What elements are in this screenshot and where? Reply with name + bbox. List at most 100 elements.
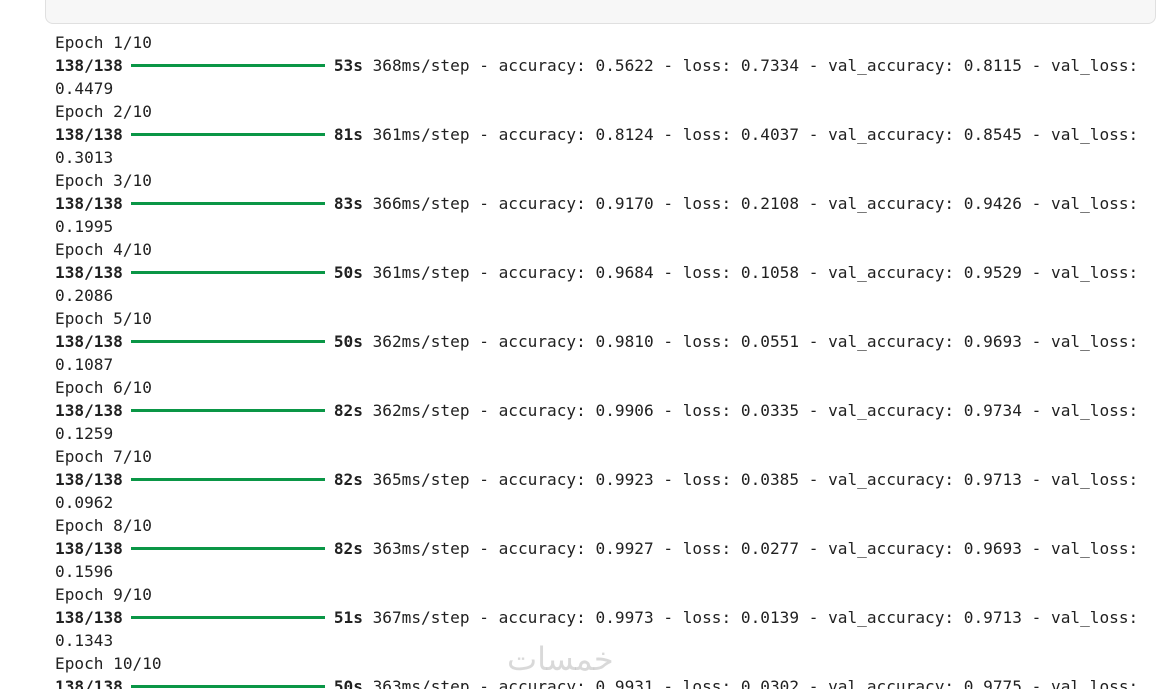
step-counter: 138/138	[55, 125, 123, 144]
cell-output: Epoch 1/10 138/138 53s 368ms/step - accura…	[55, 32, 1150, 689]
val-accuracy-label: val_accuracy:	[828, 677, 955, 689]
epoch-time: 83s	[333, 194, 363, 213]
accuracy-label: accuracy:	[498, 263, 586, 282]
val-accuracy-label: val_accuracy:	[828, 56, 955, 75]
epoch-progress-line: 138/138 82s 365ms/step - accuracy: 0.9923…	[55, 468, 1150, 491]
loss-label: loss:	[682, 539, 732, 558]
val-accuracy-value: 0.9529	[963, 263, 1022, 282]
progress-bar	[130, 133, 325, 136]
progress-bar	[130, 685, 325, 688]
separator: -	[653, 608, 683, 627]
separator: -	[653, 56, 683, 75]
epoch-label: Epoch 1/10	[55, 33, 152, 52]
separator: -	[653, 332, 683, 351]
val-accuracy-value: 0.9713	[963, 470, 1022, 489]
separator: -	[653, 263, 683, 282]
separator: -	[799, 470, 829, 489]
separator: -	[1021, 56, 1051, 75]
loss-label: loss:	[682, 677, 732, 689]
accuracy-value: 0.9170	[595, 194, 654, 213]
separator: -	[1021, 263, 1051, 282]
val-accuracy-value: 0.9713	[963, 608, 1022, 627]
separator: -	[1021, 194, 1051, 213]
accuracy-value: 0.9906	[595, 401, 654, 420]
epoch-progress-line: 138/138 81s 361ms/step - accuracy: 0.8124…	[55, 123, 1150, 146]
loss-value: 0.0302	[740, 677, 800, 689]
per-step-time: 366ms/step	[372, 194, 470, 213]
val-loss-label: val_loss:	[1051, 539, 1139, 558]
epoch-label: Epoch 10/10	[55, 654, 162, 673]
step-counter: 138/138	[55, 194, 123, 213]
epoch-progress-line: 138/138 50s 361ms/step - accuracy: 0.9684…	[55, 261, 1150, 284]
epoch-time: 50s	[333, 677, 363, 689]
loss-label: loss:	[682, 263, 732, 282]
epoch-label: Epoch 8/10	[55, 516, 152, 535]
per-step-time: 368ms/step	[372, 56, 470, 75]
progress-bar	[130, 340, 325, 343]
epoch-header: Epoch 7/10	[55, 445, 1150, 468]
accuracy-value: 0.9973	[595, 608, 654, 627]
step-counter: 138/138	[55, 401, 123, 420]
epoch-label: Epoch 3/10	[55, 171, 152, 190]
loss-value: 0.7334	[740, 56, 800, 75]
epoch-header: Epoch 3/10	[55, 169, 1150, 192]
epoch-header: Epoch 8/10	[55, 514, 1150, 537]
separator: -	[1021, 332, 1051, 351]
progress-bar	[130, 616, 325, 619]
per-step-time: 365ms/step	[372, 470, 470, 489]
epoch-header: Epoch 1/10	[55, 32, 1150, 54]
separator: -	[799, 56, 829, 75]
accuracy-value: 0.9684	[595, 263, 654, 282]
progress-bar	[130, 547, 325, 550]
separator: -	[799, 539, 829, 558]
val-loss-label: val_loss:	[1051, 401, 1139, 420]
step-counter: 138/138	[55, 470, 123, 489]
separator: -	[469, 677, 499, 689]
epoch-time: 81s	[333, 125, 363, 144]
separator: -	[469, 332, 499, 351]
epoch-time: 50s	[333, 332, 363, 351]
step-counter: 138/138	[55, 56, 123, 75]
val-accuracy-label: val_accuracy:	[828, 332, 955, 351]
val-loss-line: 0.3013	[55, 146, 1150, 169]
per-step-time: 363ms/step	[372, 677, 470, 689]
val-loss-value: 0.0962	[55, 493, 114, 512]
val-loss-label: val_loss:	[1051, 332, 1139, 351]
val-loss-value: 0.1087	[55, 355, 114, 374]
val-loss-line: 0.1995	[55, 215, 1150, 238]
separator: -	[799, 677, 829, 689]
separator: -	[1021, 470, 1051, 489]
val-loss-value: 0.2086	[55, 286, 114, 305]
accuracy-value: 0.5622	[595, 56, 654, 75]
accuracy-label: accuracy:	[498, 470, 586, 489]
accuracy-value: 0.9810	[595, 332, 654, 351]
loss-value: 0.0277	[740, 539, 800, 558]
epoch-time: 53s	[333, 56, 363, 75]
separator: -	[799, 401, 829, 420]
separator: -	[469, 56, 499, 75]
loss-label: loss:	[682, 56, 732, 75]
val-loss-label: val_loss:	[1051, 263, 1139, 282]
separator: -	[469, 539, 499, 558]
val-loss-line: 0.1343	[55, 629, 1150, 652]
accuracy-label: accuracy:	[498, 332, 586, 351]
val-accuracy-label: val_accuracy:	[828, 608, 955, 627]
val-loss-label: val_loss:	[1051, 56, 1139, 75]
separator: -	[653, 125, 683, 144]
per-step-time: 361ms/step	[372, 125, 470, 144]
epoch-header: Epoch 10/10	[55, 652, 1150, 675]
epoch-progress-line: 138/138 51s 367ms/step - accuracy: 0.9973…	[55, 606, 1150, 629]
epoch-progress-line: 138/138 82s 362ms/step - accuracy: 0.9906…	[55, 399, 1150, 422]
val-loss-label: val_loss:	[1051, 470, 1139, 489]
separator: -	[469, 263, 499, 282]
val-loss-line: 0.1087	[55, 353, 1150, 376]
val-loss-value: 0.3013	[55, 148, 114, 167]
loss-label: loss:	[682, 401, 732, 420]
epoch-label: Epoch 2/10	[55, 102, 152, 121]
separator: -	[799, 332, 829, 351]
loss-value: 0.0385	[740, 470, 800, 489]
separator: -	[653, 194, 683, 213]
val-loss-line: 0.1596	[55, 560, 1150, 583]
val-accuracy-value: 0.8545	[963, 125, 1022, 144]
separator: -	[469, 470, 499, 489]
